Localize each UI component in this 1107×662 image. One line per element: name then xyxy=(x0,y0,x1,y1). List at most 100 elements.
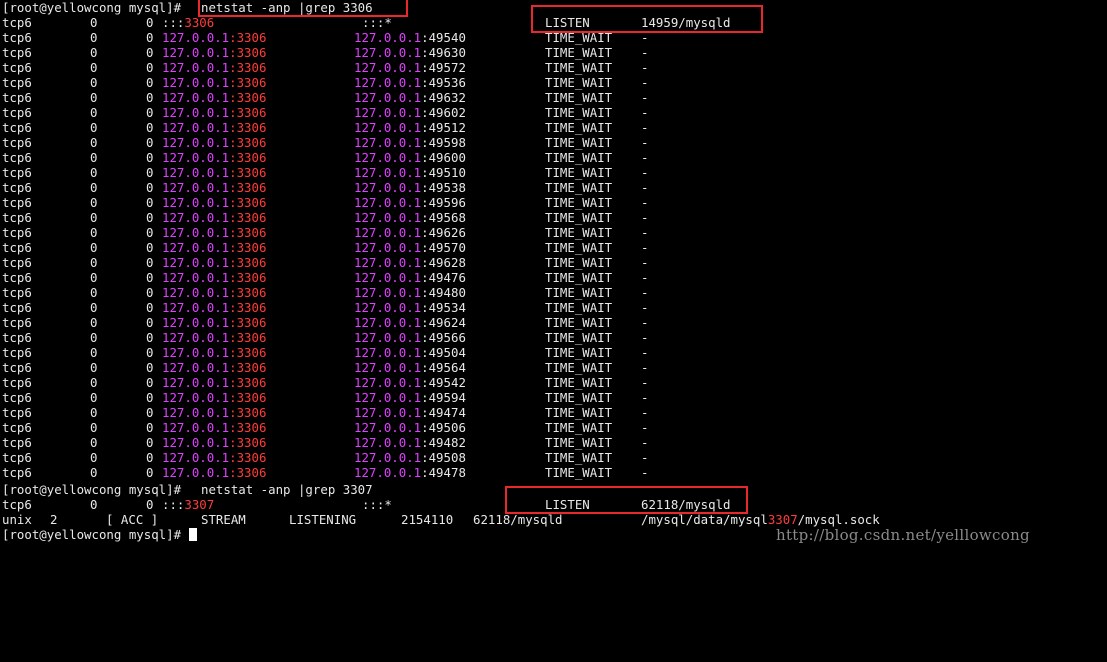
state-cell: TIME_WAIT xyxy=(545,30,613,45)
local-address-cell: 127.0.0.1:3306 xyxy=(162,450,266,465)
foreign-address-cell: 127.0.0.1:49566 xyxy=(354,330,466,345)
program-cell: - xyxy=(641,375,649,390)
program-cell: - xyxy=(641,90,649,105)
foreign-address-cell: :::* xyxy=(362,15,392,30)
local-ip: 127.0.0.1 xyxy=(162,465,230,480)
sendq-cell: 0 xyxy=(146,270,154,285)
local-address-cell: 127.0.0.1:3306 xyxy=(162,465,266,480)
proto-cell: unix xyxy=(2,512,32,527)
foreign-ip: 127.0.0.1 xyxy=(354,435,422,450)
foreign-port: :49572 xyxy=(421,60,466,75)
local-ip: 127.0.0.1 xyxy=(162,240,230,255)
local-port: :3306 xyxy=(229,435,267,450)
local-ip: 127.0.0.1 xyxy=(162,45,230,60)
state-cell: TIME_WAIT xyxy=(545,375,613,390)
sendq-cell: 0 xyxy=(146,135,154,150)
sendq-cell: 0 xyxy=(146,45,154,60)
time-wait-row: tcp6 0 0 127.0.0.1:3306 127.0.0.1:49598 TIME_… xyxy=(2,135,1102,150)
type-cell: STREAM xyxy=(201,512,246,527)
state-cell: TIME_WAIT xyxy=(545,150,613,165)
watermark: http://blog.csdn.net/yelllowcong xyxy=(776,526,1030,544)
local-address-cell: 127.0.0.1:3306 xyxy=(162,30,266,45)
program-cell: - xyxy=(641,465,649,480)
foreign-port: :49478 xyxy=(421,465,466,480)
proto-cell: tcp6 xyxy=(2,135,32,150)
foreign-address-cell: 127.0.0.1:49540 xyxy=(354,30,466,45)
time-wait-row: tcp6 0 0 127.0.0.1:3306 127.0.0.1:49628 TIME_… xyxy=(2,255,1102,270)
local-address-cell: 127.0.0.1:3306 xyxy=(162,150,266,165)
local-address-cell: 127.0.0.1:3306 xyxy=(162,135,266,150)
local-port: :3306 xyxy=(229,60,267,75)
local-address-cell: 127.0.0.1:3306 xyxy=(162,390,266,405)
sendq-cell: 0 xyxy=(146,15,154,30)
local-address-cell: 127.0.0.1:3306 xyxy=(162,285,266,300)
foreign-port: :49476 xyxy=(421,270,466,285)
sendq-cell: 0 xyxy=(146,60,154,75)
sendq-cell: 0 xyxy=(146,30,154,45)
state-cell: TIME_WAIT xyxy=(545,315,613,330)
state-cell: LISTEN xyxy=(545,497,590,512)
command-line-2: [root@yellowcong mysql]# netstat -anp |g… xyxy=(2,482,1102,497)
local-address-cell: 127.0.0.1:3306 xyxy=(162,180,266,195)
local-address-cell: 127.0.0.1:3306 xyxy=(162,45,266,60)
time-wait-row: tcp6 0 0 127.0.0.1:3306 127.0.0.1:49624 TIME_… xyxy=(2,315,1102,330)
proto-cell: tcp6 xyxy=(2,15,32,30)
local-prefix: ::: xyxy=(162,497,185,512)
foreign-port: :49598 xyxy=(421,135,466,150)
foreign-port: :49540 xyxy=(421,30,466,45)
recvq-cell: 0 xyxy=(90,60,98,75)
sendq-cell: 0 xyxy=(146,497,154,512)
local-port: :3306 xyxy=(229,360,267,375)
foreign-ip: 127.0.0.1 xyxy=(354,375,422,390)
local-ip: 127.0.0.1 xyxy=(162,180,230,195)
foreign-address-cell: 127.0.0.1:49632 xyxy=(354,90,466,105)
local-port: :3306 xyxy=(229,270,267,285)
recvq-cell: 0 xyxy=(90,497,98,512)
recvq-cell: 0 xyxy=(90,405,98,420)
sendq-cell: 0 xyxy=(146,465,154,480)
foreign-ip: 127.0.0.1 xyxy=(354,405,422,420)
foreign-ip: 127.0.0.1 xyxy=(354,225,422,240)
program-cell: - xyxy=(641,225,649,240)
sendq-cell: 0 xyxy=(146,390,154,405)
prompt-text: [root@yellowcong mysql]# xyxy=(2,527,189,542)
time-wait-row: tcp6 0 0 127.0.0.1:3306 127.0.0.1:49630 TIME_… xyxy=(2,45,1102,60)
proto-cell: tcp6 xyxy=(2,210,32,225)
local-port: :3306 xyxy=(229,450,267,465)
local-ip: 127.0.0.1 xyxy=(162,195,230,210)
foreign-address-cell: 127.0.0.1:49510 xyxy=(354,165,466,180)
sendq-cell: 0 xyxy=(146,195,154,210)
program-cell: - xyxy=(641,210,649,225)
foreign-ip: 127.0.0.1 xyxy=(354,450,422,465)
local-address-cell: 127.0.0.1:3306 xyxy=(162,165,266,180)
state-cell: TIME_WAIT xyxy=(545,75,613,90)
local-port: 3307 xyxy=(184,497,215,512)
program-cell: - xyxy=(641,240,649,255)
local-address-cell: 127.0.0.1:3306 xyxy=(162,300,266,315)
local-ip: 127.0.0.1 xyxy=(162,360,230,375)
foreign-ip: 127.0.0.1 xyxy=(354,105,422,120)
foreign-address-cell: 127.0.0.1:49596 xyxy=(354,195,466,210)
proto-cell: tcp6 xyxy=(2,360,32,375)
command-text-2: netstat -anp |grep 3307 xyxy=(201,482,373,497)
local-address-cell: 127.0.0.1:3306 xyxy=(162,330,266,345)
foreign-address-cell: 127.0.0.1:49504 xyxy=(354,345,466,360)
sendq-cell: 0 xyxy=(146,450,154,465)
terminal-window[interactable]: [root@yellowcong mysql]# netstat -anp |g… xyxy=(2,0,1107,554)
foreign-address-cell: 127.0.0.1:49628 xyxy=(354,255,466,270)
time-wait-row: tcp6 0 0 127.0.0.1:3306 127.0.0.1:49564 TIME_… xyxy=(2,360,1102,375)
sendq-cell: 0 xyxy=(146,210,154,225)
sendq-cell: 0 xyxy=(146,360,154,375)
local-address-cell: 127.0.0.1:3306 xyxy=(162,405,266,420)
foreign-ip: 127.0.0.1 xyxy=(354,330,422,345)
time-wait-row: tcp6 0 0 127.0.0.1:3306 127.0.0.1:49632 TIME_… xyxy=(2,90,1102,105)
foreign-ip: 127.0.0.1 xyxy=(354,210,422,225)
state-cell: TIME_WAIT xyxy=(545,450,613,465)
state-cell: TIME_WAIT xyxy=(545,60,613,75)
recvq-cell: 0 xyxy=(90,165,98,180)
recvq-cell: 0 xyxy=(90,90,98,105)
local-address-cell: 127.0.0.1:3306 xyxy=(162,75,266,90)
proto-cell: tcp6 xyxy=(2,195,32,210)
local-address-cell: 127.0.0.1:3306 xyxy=(162,315,266,330)
local-port: :3306 xyxy=(229,180,267,195)
